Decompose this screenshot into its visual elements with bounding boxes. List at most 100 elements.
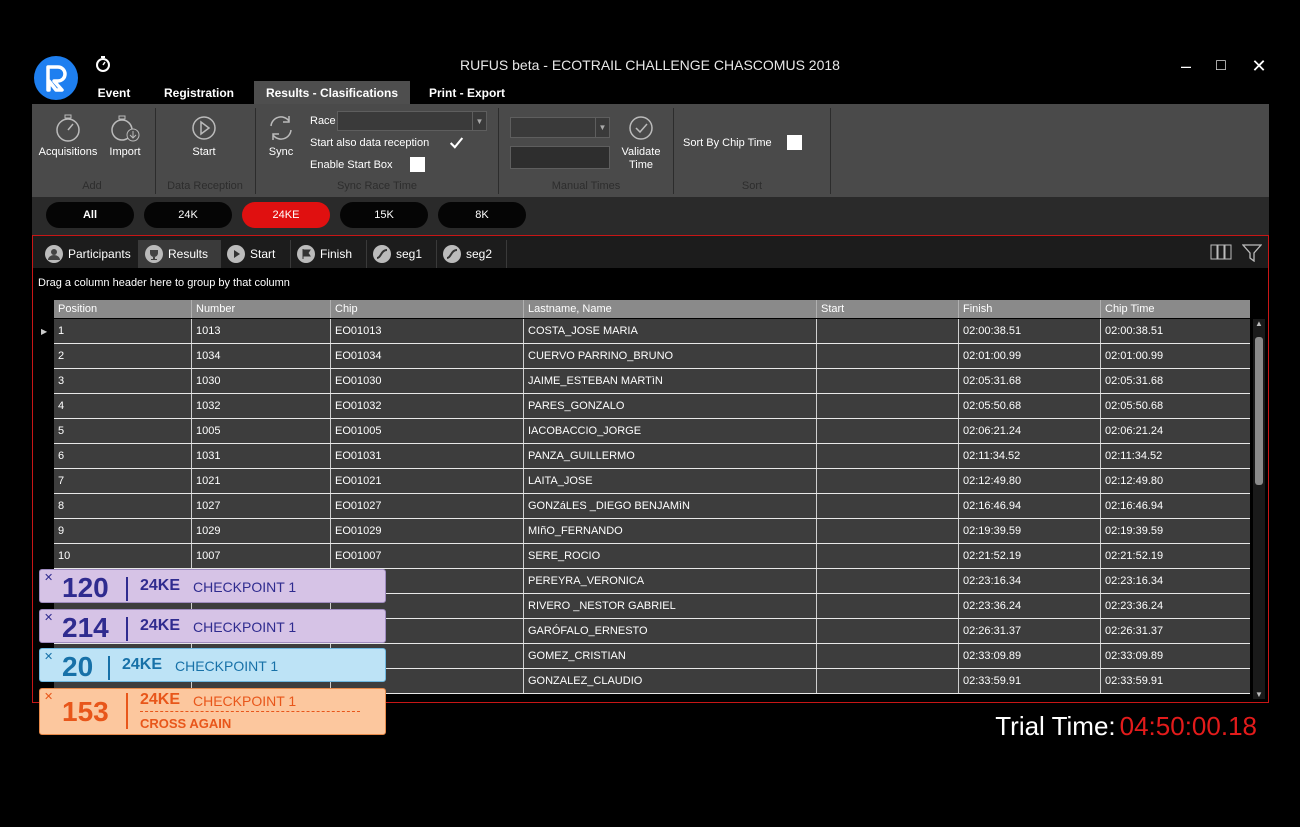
scroll-down-icon[interactable]: ▼ [1253,690,1265,699]
cell-position: 3 [54,369,192,393]
group-label-sync-race-time: Sync Race Time [336,180,418,192]
cell-number: 1032 [192,394,331,418]
sort-by-chip-checkbox[interactable] [787,135,802,150]
race-filter-15k[interactable]: 15K [340,202,428,228]
race-filter-24ke[interactable]: 24KE [242,202,330,228]
table-row[interactable]: 9 1029 EO01029 MIñO_FERNANDO 02:19:39.59 02:1… [54,519,1250,544]
stopwatch-icon [56,114,80,142]
maximize-button[interactable]: □ [1209,56,1233,76]
race-filter-all[interactable]: All [46,202,134,228]
checkpoint-notification[interactable]: ✕ 214 24KE CHECKPOINT 1 [39,609,386,643]
window-title: RUFUS beta - ECOTRAIL CHALLENGE CHASCOMU… [460,57,840,73]
ribbon: Acquisitions Import Add Start Data Recep… [32,104,1269,197]
subtab-label: Finish [320,247,353,261]
scroll-up-icon[interactable]: ▲ [1253,319,1265,328]
acquisitions-button[interactable]: Acquisitions [38,112,98,158]
checkpoint-notification[interactable]: ✕ 153 24KE CHECKPOINT 1 CROSS AGAIN [39,688,386,735]
vertical-scrollbar[interactable]: ▲ ▼ [1253,319,1265,699]
dismiss-icon[interactable]: ✕ [44,650,53,663]
cell-chip-time: 02:00:38.51 [1105,325,1164,337]
cell-start [817,619,959,643]
subtab-finish[interactable]: Finish [291,240,367,268]
filter-icon[interactable] [1242,244,1262,262]
trial-time: Trial Time: 04:50:00.18 [995,711,1257,742]
play-icon [227,245,245,263]
enable-start-box-checkbox[interactable] [410,157,425,172]
race-filter-8k[interactable]: 8K [438,202,526,228]
cell-chip: EO01027 [331,494,524,518]
cell-name: GARÓFALO_ERNESTO [524,619,817,643]
column-header-chip-time[interactable]: Chip Time [1101,300,1250,318]
race-select[interactable]: ▼ [337,111,487,131]
checkpoint-notification[interactable]: ✕ 120 24KE CHECKPOINT 1 [39,569,386,603]
column-chooser-icon[interactable] [1210,244,1232,260]
start-reception-button[interactable]: Start [182,112,226,158]
column-header-number[interactable]: Number [192,300,331,318]
column-header-position[interactable]: Position [54,300,192,318]
table-row[interactable]: 10 1007 EO01007 SERE_ROCIO 02:21:52.19 02:21:… [54,544,1250,569]
column-header-start[interactable]: Start [817,300,959,318]
cell-position: 7 [54,469,192,493]
cell-finish: 02:23:16.34 [959,569,1101,593]
menu-tab-print-export[interactable]: Print - Export [420,81,514,104]
dismiss-icon[interactable]: ✕ [44,571,53,584]
table-row[interactable]: 3 1030 EO01030 JAIME_ESTEBAN MARTìN 02:05:31… [54,369,1250,394]
subtab-participants[interactable]: Participants [39,240,139,268]
dismiss-icon[interactable]: ✕ [44,611,53,624]
cell-number: 1027 [192,494,331,518]
race-name: 24KE [140,577,181,594]
manual-time-input[interactable] [510,146,610,169]
cell-number: 1029 [192,519,331,543]
sync-icon [270,116,292,140]
column-header-finish[interactable]: Finish [959,300,1101,318]
table-row[interactable]: 4 1032 EO01032 PARES_GONZALO 02:05:50.68 02:0… [54,394,1250,419]
cell-start [817,319,959,343]
cell-name: COSTA_JOSE MARIA [524,319,817,343]
cell-finish: 02:06:21.24 [959,419,1101,443]
table-row[interactable]: 6 1031 EO01031 PANZA_GUILLERMO 02:11:34.52 02… [54,444,1250,469]
manual-times-select[interactable]: ▼ [510,117,610,138]
divider [126,577,128,601]
race-filter-24k[interactable]: 24K [144,202,232,228]
start-also-checkbox[interactable] [449,135,464,150]
cell-chip-time: 02:11:34.52 [1105,450,1163,462]
subtab-results[interactable]: Results [139,240,221,268]
race-label: Race [310,115,336,127]
sort-by-chip-label: Sort By Chip Time [683,137,772,149]
bib-number: 214 [62,612,109,643]
segment-icon [373,245,391,263]
import-button[interactable]: Import [104,112,146,158]
dismiss-icon[interactable]: ✕ [44,690,53,703]
group-label-add: Add [82,180,102,192]
checkpoint-name: CHECKPOINT 1 [175,658,279,674]
subtab-start[interactable]: Start [221,240,291,268]
cell-name: GONZáLES _DIEGO BENJAMìN [524,494,817,518]
divider [108,656,110,680]
subtab-seg2[interactable]: seg2 [437,240,507,268]
menu-tab-results[interactable]: Results - Clasifications [254,81,410,104]
minimize-button[interactable]: – [1174,56,1198,76]
cell-chip-time: 02:06:21.24 [1105,425,1164,437]
subtab-seg1[interactable]: seg1 [367,240,437,268]
cell-name: GONZALEZ_CLAUDIO [524,669,817,693]
column-header-name[interactable]: Lastname, Name [524,300,817,318]
checkpoint-name: CHECKPOINT 1 [193,579,297,595]
column-header-chip[interactable]: Chip [331,300,524,318]
table-row[interactable]: 2 1034 EO01034 CUERVO PARRINO_BRUNO 02:01:00… [54,344,1250,369]
chevron-down-icon: ▼ [595,118,609,137]
menu-tab-event[interactable]: Event [86,81,142,104]
subtab-label: seg2 [466,247,493,261]
sync-button[interactable]: Sync [264,112,298,158]
validate-time-button[interactable]: Validate Time [616,112,666,172]
menu-tab-registration[interactable]: Registration [156,81,242,104]
cell-position: 4 [54,394,192,418]
table-row[interactable]: 8 1027 EO01027 GONZáLES _DIEGO BENJAMìN 02:1… [54,494,1250,519]
close-button[interactable]: ✕ [1247,56,1271,76]
checkpoint-notification[interactable]: ✕ 20 24KE CHECKPOINT 1 [39,648,386,682]
table-row[interactable]: 1 1013 EO01013 COSTA_JOSE MARIA 02:00:38.51 0… [54,319,1250,344]
cell-chip: EO01031 [331,444,524,468]
import-label: Import [109,146,141,158]
table-row[interactable]: 5 1005 EO01005 IACOBACCIO_JORGE 02:06:21.24 0… [54,419,1250,444]
table-row[interactable]: 7 1021 EO01021 LAITA_JOSE 02:12:49.80 02:12:4… [54,469,1250,494]
scrollbar-thumb[interactable] [1255,337,1263,485]
